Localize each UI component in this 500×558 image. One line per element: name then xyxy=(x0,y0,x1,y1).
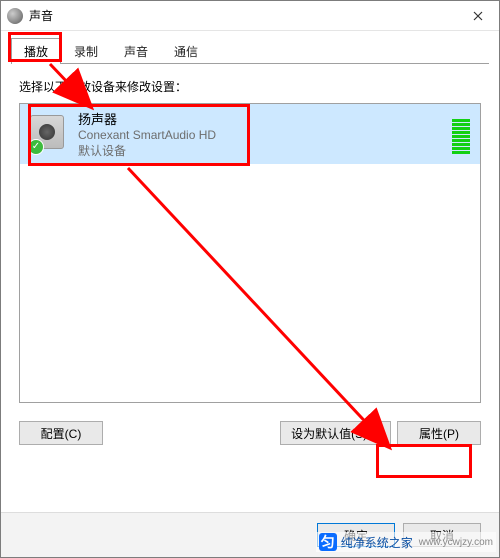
device-list[interactable]: ✓ 扬声器 Conexant SmartAudio HD 默认设备 xyxy=(19,103,481,403)
watermark-logo: 匀 xyxy=(319,533,337,551)
device-text: 扬声器 Conexant SmartAudio HD 默认设备 xyxy=(78,109,446,159)
device-buttons-row: 配置(C) 设为默认值(S) ▼ 属性(P) xyxy=(19,421,481,445)
button-label: 配置(C) xyxy=(41,425,82,442)
tab-label: 通信 xyxy=(174,45,198,59)
content-area: 选择以下播放设备来修改设置： ✓ 扬声器 Conexant SmartAudio… xyxy=(1,64,499,512)
set-default-button[interactable]: 设为默认值(S) ▼ xyxy=(280,421,391,445)
sound-dialog: 声音 播放 录制 声音 通信 选择以下播放设备来修改设置： ✓ 扬声器 Cone… xyxy=(0,0,500,558)
chevron-down-icon: ▼ xyxy=(371,428,380,438)
close-button[interactable] xyxy=(463,1,493,31)
level-meter xyxy=(452,114,470,154)
tab-playback[interactable]: 播放 xyxy=(11,38,61,64)
device-status-text: 默认设备 xyxy=(78,142,446,159)
close-icon xyxy=(473,11,483,21)
tab-sounds[interactable]: 声音 xyxy=(111,38,161,64)
titlebar: 声音 xyxy=(1,1,499,31)
button-label: 属性(P) xyxy=(419,425,459,442)
tab-communications[interactable]: 通信 xyxy=(161,38,211,64)
device-row[interactable]: ✓ 扬声器 Conexant SmartAudio HD 默认设备 xyxy=(20,104,480,164)
properties-button[interactable]: 属性(P) xyxy=(397,421,481,445)
tab-recording[interactable]: 录制 xyxy=(61,38,111,64)
watermark: 匀 纯净系统之家 www.ycwjzy.com xyxy=(316,532,496,552)
app-icon xyxy=(7,8,23,24)
tab-label: 声音 xyxy=(124,45,148,59)
watermark-name: 纯净系统之家 xyxy=(341,534,413,551)
instruction-text: 选择以下播放设备来修改设置： xyxy=(19,78,481,95)
watermark-url: www.ycwjzy.com xyxy=(419,537,493,548)
check-icon: ✓ xyxy=(28,139,44,155)
device-driver: Conexant SmartAudio HD xyxy=(78,128,446,142)
window-title: 声音 xyxy=(29,7,463,24)
tab-label: 播放 xyxy=(24,45,48,59)
tab-strip: 播放 录制 声音 通信 xyxy=(1,31,499,63)
tab-label: 录制 xyxy=(74,45,98,59)
configure-button[interactable]: 配置(C) xyxy=(19,421,103,445)
button-label: 设为默认值(S) xyxy=(291,425,367,442)
device-icon-wrap: ✓ xyxy=(30,115,68,153)
device-name: 扬声器 xyxy=(78,109,446,128)
